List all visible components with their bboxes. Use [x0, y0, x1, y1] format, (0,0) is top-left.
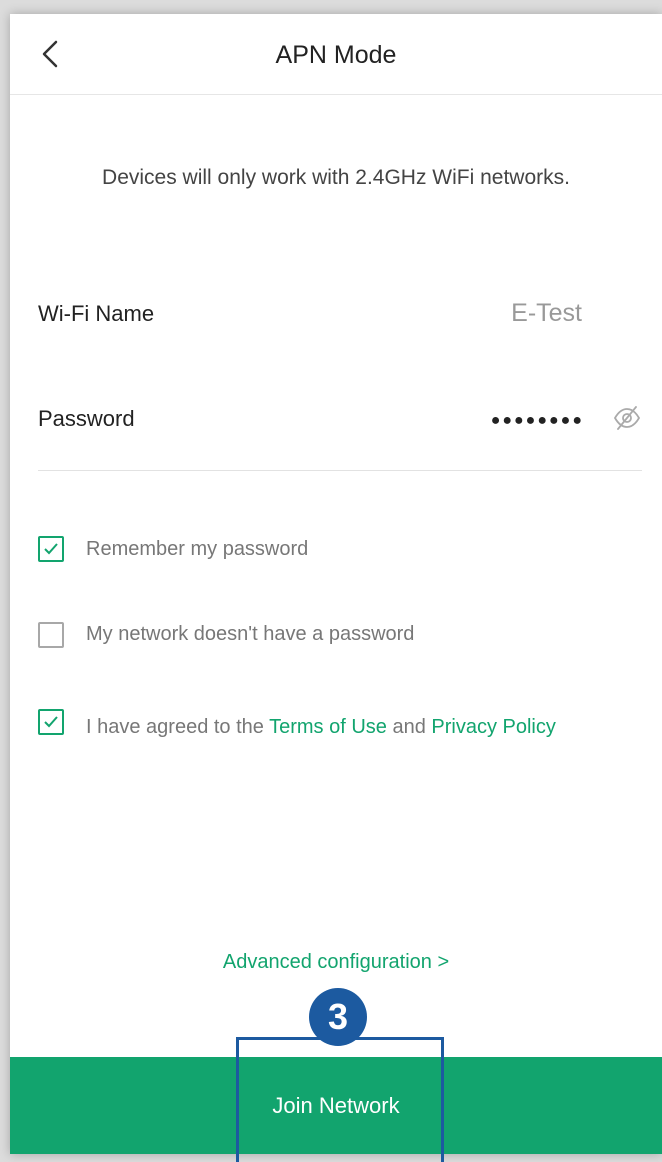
password-field[interactable]: ●●●●●●●●: [491, 412, 584, 430]
form-divider: [38, 470, 642, 471]
page-title: APN Mode: [275, 41, 397, 69]
remember-password-checkbox[interactable]: [38, 536, 64, 562]
password-label: Password: [38, 406, 135, 431]
terms-agreement-label: I have agreed to the Terms of Use and Pr…: [86, 716, 556, 739]
wifi-name-field[interactable]: E-Test: [511, 299, 582, 328]
terms-agreement-checkbox[interactable]: [38, 709, 64, 735]
check-icon: [44, 543, 58, 555]
remember-password-label: Remember my password: [86, 538, 309, 560]
check-icon: [44, 716, 58, 728]
advanced-configuration-link[interactable]: Advanced configuration >: [10, 951, 662, 974]
terms-middle-text: and: [386, 716, 432, 738]
step-number-badge: 3: [309, 988, 367, 1046]
terms-prefix-text: I have agreed to the: [86, 716, 270, 738]
terms-of-use-link[interactable]: Terms of Use: [269, 716, 387, 738]
no-password-label: My network doesn't have a password: [86, 623, 415, 645]
no-password-checkbox[interactable]: [38, 622, 64, 648]
eye-off-icon: [613, 406, 641, 430]
password-visibility-toggle[interactable]: [612, 404, 642, 432]
privacy-policy-link[interactable]: Privacy Policy: [431, 716, 555, 738]
app-screen: APN Mode Devices will only work with 2.4…: [10, 14, 662, 1154]
wifi-name-label: Wi-Fi Name: [38, 301, 155, 326]
step-highlight-box: [236, 1037, 444, 1162]
frequency-notice: Devices will only work with 2.4GHz WiFi …: [102, 166, 570, 189]
top-bar: APN Mode: [10, 14, 662, 95]
